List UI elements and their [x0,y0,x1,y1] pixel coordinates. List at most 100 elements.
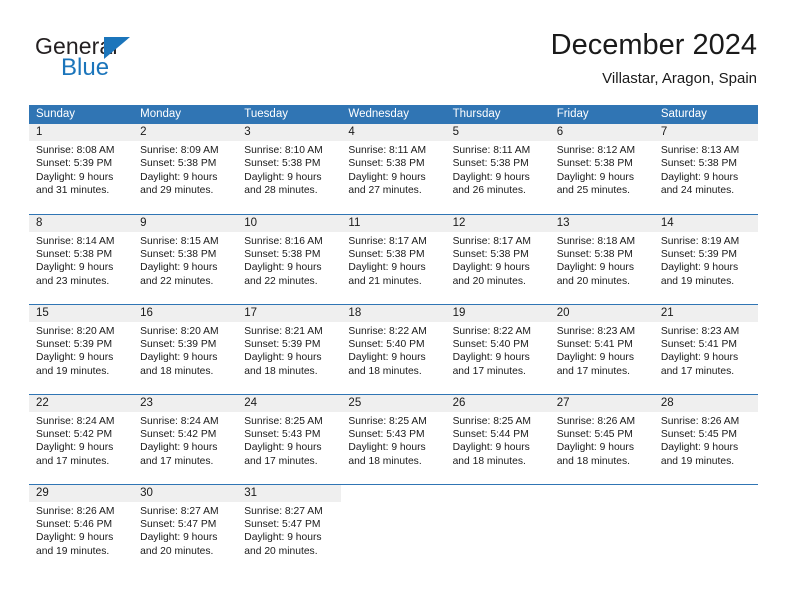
logo-text-blue: Blue [61,54,110,81]
day-details: Sunrise: 8:24 AM Sunset: 5:42 PM Daylight:… [133,412,237,469]
sunrise-text: Sunrise: 8:11 AM [348,145,427,156]
calendar-day-cell[interactable]: 4 Sunrise: 8:11 AM Sunset: 5:38 PM Daylight… [341,124,446,214]
day-details: Sunrise: 8:23 AM Sunset: 5:41 PM Daylight:… [654,322,758,379]
calendar-day-cell[interactable]: 26 Sunrise: 8:25 AM Sunset: 5:44 PM Dayligh… [445,393,550,484]
daylight-text-line1: Daylight: 9 hours [244,171,322,183]
calendar-header: Sunday Monday Tuesday Wednesday Thursday… [29,105,758,124]
daylight-text-line2: and 28 minutes. [244,185,318,197]
calendar-day-cell[interactable]: 31 Sunrise: 8:27 AM Sunset: 5:47 PM Dayligh… [237,483,342,568]
sunset-text: Sunset: 5:38 PM [556,248,633,260]
daylight-text-line1: Daylight: 9 hours [36,352,114,364]
day-number: 15 [29,304,134,322]
calendar-day-cell[interactable]: 20 Sunrise: 8:23 AM Sunset: 5:41 PM Dayligh… [549,303,654,394]
sunrise-text: Sunrise: 8:25 AM [348,415,427,427]
day-details: Sunrise: 8:16 AM Sunset: 5:38 PM Daylight:… [237,232,341,289]
sunrise-text: Sunrise: 8:17 AM [348,235,427,247]
sunrise-text: Sunrise: 8:15 AM [140,235,219,247]
daylight-text-line2: and 20 minutes. [140,545,214,557]
calendar-day-cell[interactable]: 8 Sunrise: 8:14 AM Sunset: 5:38 PM Daylight… [29,213,134,304]
sunset-text: Sunset: 5:38 PM [660,158,737,170]
calendar-day-cell[interactable]: 23 Sunrise: 8:24 AM Sunset: 5:42 PM Dayligh… [133,393,238,484]
calendar-day-cell[interactable]: 2 Sunrise: 8:09 AM Sunset: 5:38 PM Daylight… [133,124,238,214]
calendar-day-cell[interactable]: 7 Sunrise: 8:13 AM Sunset: 5:38 PM Daylight… [653,124,758,214]
day-details: Sunrise: 8:08 AM Sunset: 5:39 PM Daylight:… [29,141,133,198]
calendar-day-cell[interactable]: 27 Sunrise: 8:26 AM Sunset: 5:45 PM Dayligh… [549,393,654,484]
day-of-week-saturday: Saturday [653,105,758,124]
page-subtitle: Villastar, Aragon, Spain [602,70,757,87]
sunrise-text: Sunrise: 8:24 AM [36,415,115,427]
day-details: Sunrise: 8:20 AM Sunset: 5:39 PM Daylight:… [133,322,237,379]
daylight-text-line2: and 23 minutes. [36,275,110,287]
calendar-day-cell[interactable]: 16 Sunrise: 8:20 AM Sunset: 5:39 PM Dayligh… [133,303,238,394]
daylight-text-line1: Daylight: 9 hours [140,442,218,454]
calendar-day-cell[interactable]: 21 Sunrise: 8:23 AM Sunset: 5:41 PM Dayligh… [653,303,758,394]
sunset-text: Sunset: 5:44 PM [452,428,529,440]
sunset-text: Sunset: 5:39 PM [36,158,113,170]
calendar-day-cell[interactable]: 17 Sunrise: 8:21 AM Sunset: 5:39 PM Dayligh… [237,303,342,394]
sunrise-text: Sunrise: 8:12 AM [556,145,636,156]
day-number: 9 [133,214,238,232]
day-of-week-sunday: Sunday [29,105,134,124]
daylight-text-line2: and 20 minutes. [244,545,318,557]
sunset-text: Sunset: 5:38 PM [452,158,529,170]
day-of-week-wednesday: Wednesday [341,105,446,124]
day-number: 10 [237,214,342,232]
sunrise-text: Sunrise: 8:20 AM [36,325,115,337]
general-blue-logo: General Blue [35,33,235,88]
day-details: Sunrise: 8:15 AM Sunset: 5:38 PM Daylight:… [133,232,237,289]
calendar-week-row: 15 Sunrise: 8:20 AM Sunset: 5:39 PM Dayligh… [29,303,758,394]
calendar-day-cell[interactable]: 19 Sunrise: 8:22 AM Sunset: 5:40 PM Dayligh… [445,303,550,394]
day-details: Sunrise: 8:25 AM Sunset: 5:43 PM Daylight:… [341,412,445,469]
calendar-day-cell[interactable]: 11 Sunrise: 8:17 AM Sunset: 5:38 PM Dayligh… [341,213,446,304]
sunrise-text: Sunrise: 8:10 AM [244,145,323,156]
daylight-text-line1: Daylight: 9 hours [140,532,218,544]
day-number: 7 [653,124,758,141]
calendar-day-cell[interactable]: 3 Sunrise: 8:10 AM Sunset: 5:38 PM Daylight… [237,124,342,214]
daylight-text-line1: Daylight: 9 hours [244,352,322,364]
daylight-text-line1: Daylight: 9 hours [660,442,739,454]
calendar-day-cell[interactable]: 14 Sunrise: 8:19 AM Sunset: 5:39 PM Dayligh… [653,213,758,304]
calendar-day-cell[interactable]: 9 Sunrise: 8:15 AM Sunset: 5:38 PM Daylight… [133,213,238,304]
sunset-text: Sunset: 5:38 PM [244,158,321,170]
day-details: Sunrise: 8:13 AM Sunset: 5:38 PM Daylight:… [654,141,758,198]
daylight-text-line2: and 26 minutes. [452,185,526,197]
daylight-text-line2: and 17 minutes. [244,455,318,467]
daylight-text-line1: Daylight: 9 hours [36,442,114,454]
day-number [550,485,654,502]
calendar-day-cell[interactable]: 18 Sunrise: 8:22 AM Sunset: 5:40 PM Dayligh… [341,303,446,394]
day-details: Sunrise: 8:24 AM Sunset: 5:42 PM Daylight:… [29,412,133,469]
sunrise-text: Sunrise: 8:22 AM [348,325,427,337]
calendar-day-cell[interactable]: 10 Sunrise: 8:16 AM Sunset: 5:38 PM Dayligh… [237,213,342,304]
calendar-day-cell[interactable]: 28 Sunrise: 8:26 AM Sunset: 5:45 PM Dayligh… [653,393,758,484]
title-block: December 2024 Villastar, Aragon, Spain [551,28,757,90]
daylight-text-line2: and 20 minutes. [452,275,526,287]
day-number: 19 [445,304,550,322]
calendar-day-cell[interactable]: 29 Sunrise: 8:26 AM Sunset: 5:46 PM Dayligh… [29,483,134,568]
day-number: 22 [29,394,134,412]
sunset-text: Sunset: 5:40 PM [452,338,529,350]
day-details: Sunrise: 8:22 AM Sunset: 5:40 PM Daylight:… [446,322,550,379]
day-details: Sunrise: 8:25 AM Sunset: 5:44 PM Daylight:… [446,412,550,469]
calendar-day-cell[interactable]: 5 Sunrise: 8:11 AM Sunset: 5:38 PM Daylight… [445,124,550,214]
calendar-day-cell[interactable]: 15 Sunrise: 8:20 AM Sunset: 5:39 PM Dayligh… [29,303,134,394]
calendar-day-cell[interactable]: 24 Sunrise: 8:25 AM Sunset: 5:43 PM Dayligh… [237,393,342,484]
sunrise-text: Sunrise: 8:25 AM [244,415,323,427]
calendar-day-cell[interactable]: 13 Sunrise: 8:18 AM Sunset: 5:38 PM Dayligh… [549,213,654,304]
calendar-day-cell[interactable]: 6 Sunrise: 8:12 AM Sunset: 5:38 PM Daylight… [549,124,654,214]
sunrise-text: Sunrise: 8:17 AM [452,235,531,247]
sunset-text: Sunset: 5:42 PM [140,428,217,440]
day-number: 30 [133,484,238,502]
sunset-text: Sunset: 5:39 PM [36,338,113,350]
calendar-day-cell[interactable]: 22 Sunrise: 8:24 AM Sunset: 5:42 PM Dayligh… [29,393,134,484]
calendar-day-cell[interactable]: 1 Sunrise: 8:08 AM Sunset: 5:39 PM Daylight… [29,124,134,214]
calendar-day-cell[interactable]: 12 Sunrise: 8:17 AM Sunset: 5:38 PM Dayligh… [445,213,550,304]
daylight-text-line1: Daylight: 9 hours [556,262,634,274]
day-number [446,485,550,502]
daylight-text-line2: and 22 minutes. [244,275,318,287]
day-number: 25 [341,394,446,412]
calendar-day-cell[interactable]: 30 Sunrise: 8:27 AM Sunset: 5:47 PM Dayligh… [133,483,238,568]
calendar-day-cell[interactable]: 25 Sunrise: 8:25 AM Sunset: 5:43 PM Dayligh… [341,393,446,484]
day-number: 5 [445,124,550,141]
day-details: Sunrise: 8:25 AM Sunset: 5:43 PM Daylight:… [237,412,341,469]
daylight-text-line1: Daylight: 9 hours [348,262,426,274]
